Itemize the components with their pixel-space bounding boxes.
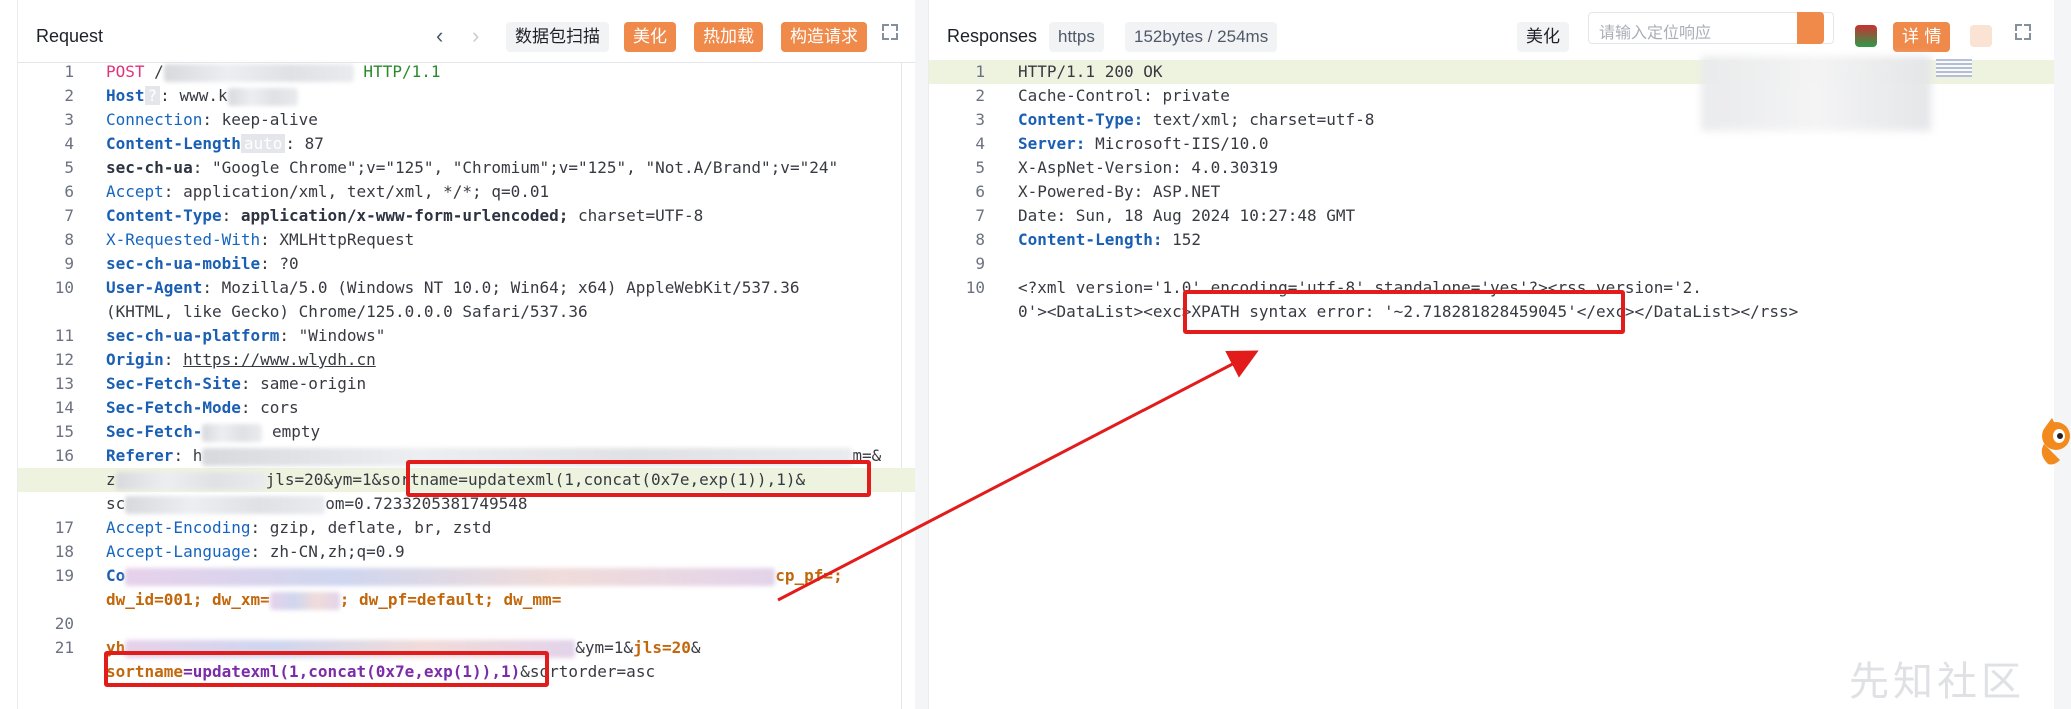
annotation-arrow [777, 350, 1259, 602]
